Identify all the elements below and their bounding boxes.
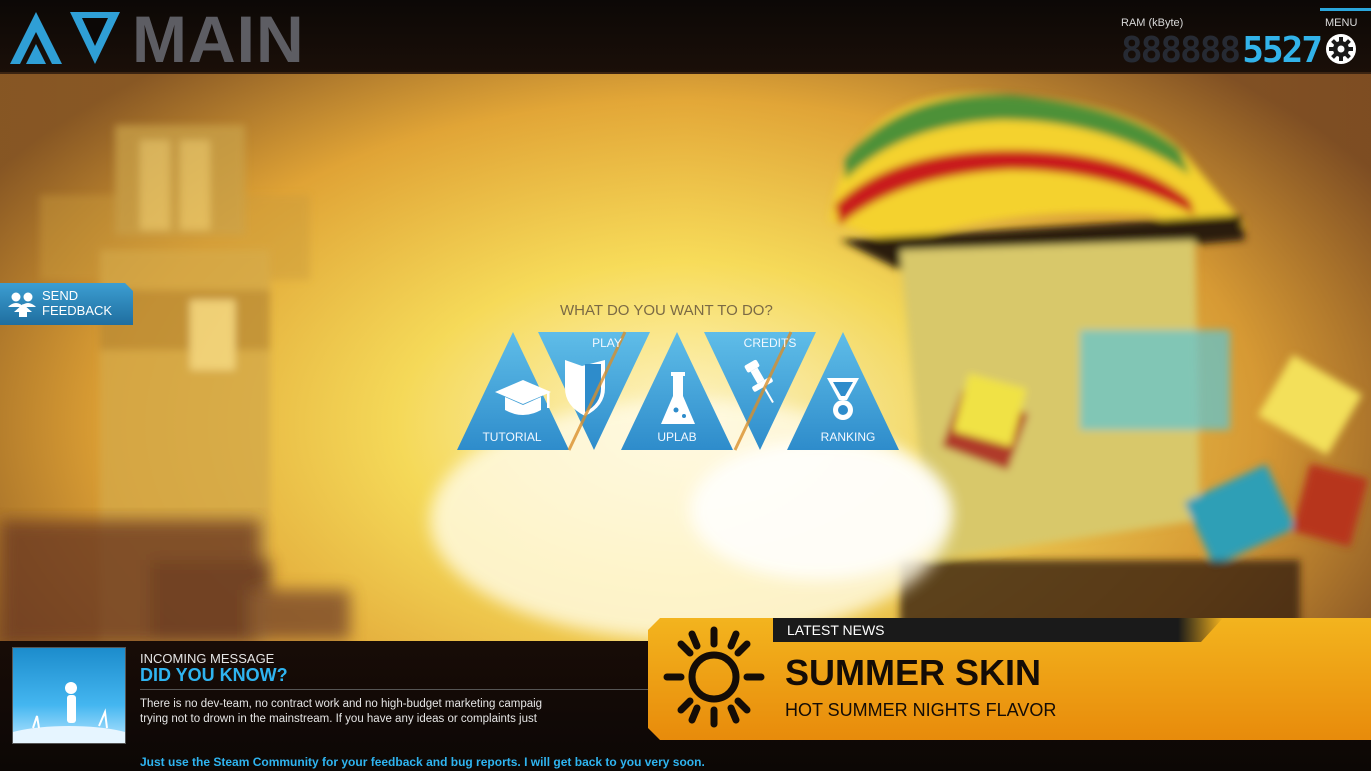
- page-title: MAIN: [132, 2, 305, 76]
- person-silhouette-icon: [13, 682, 125, 743]
- send-feedback-button[interactable]: SEND FEEDBACK: [0, 283, 133, 325]
- latest-news-panel[interactable]: LATEST NEWS SUMMER SKIN HOT SUMMER NIGHT…: [648, 610, 1371, 740]
- message-label: INCOMING MESSAGE: [140, 651, 275, 666]
- message-body: There is no dev-team, no contract work a…: [140, 697, 650, 733]
- message-footer: Just use the Steam Community for your fe…: [140, 755, 705, 769]
- menu-label-ranking: RANKING: [820, 430, 876, 444]
- menu-label-uplab: UPLAB: [657, 430, 697, 444]
- gear-icon[interactable]: [1325, 33, 1357, 65]
- ram-value: 5527: [1242, 30, 1323, 71]
- message-body-line-2: trying not to drown in the mainstream. I…: [140, 713, 537, 725]
- divider: [140, 689, 650, 690]
- avatar: [12, 647, 126, 744]
- menu-label-play: PLAY: [592, 336, 622, 350]
- news-title: SUMMER SKIN: [785, 652, 1042, 693]
- send-feedback-label: SEND FEEDBACK: [42, 288, 113, 318]
- menu-indicator: [1320, 8, 1371, 11]
- game-logo: [10, 12, 120, 64]
- menu-label[interactable]: MENU: [1325, 17, 1357, 29]
- message-title: DID YOU KNOW?: [140, 665, 288, 685]
- users-upload-icon: [8, 292, 36, 317]
- sun-icon: [663, 626, 765, 728]
- ram-label: RAM (kByte): [1121, 17, 1184, 29]
- news-subtitle: HOT SUMMER NIGHTS FLAVOR: [785, 700, 1057, 720]
- menu-question: WHAT DO YOU WANT TO DO?: [560, 302, 773, 319]
- message-body-line-1: There is no dev-team, no contract work a…: [140, 698, 543, 710]
- menu-label-tutorial: TUTORIAL: [482, 430, 542, 444]
- ram-ghost-digits: 888888: [1121, 30, 1241, 71]
- menu-label-credits: CREDITS: [743, 336, 797, 350]
- news-tag: LATEST NEWS: [773, 618, 1223, 642]
- news-tag-label: LATEST NEWS: [787, 622, 885, 638]
- top-bar: MAIN RAM (kByte) 888888 5527 MENU: [0, 0, 1371, 76]
- ram-counter: 888888 5527: [1121, 30, 1323, 71]
